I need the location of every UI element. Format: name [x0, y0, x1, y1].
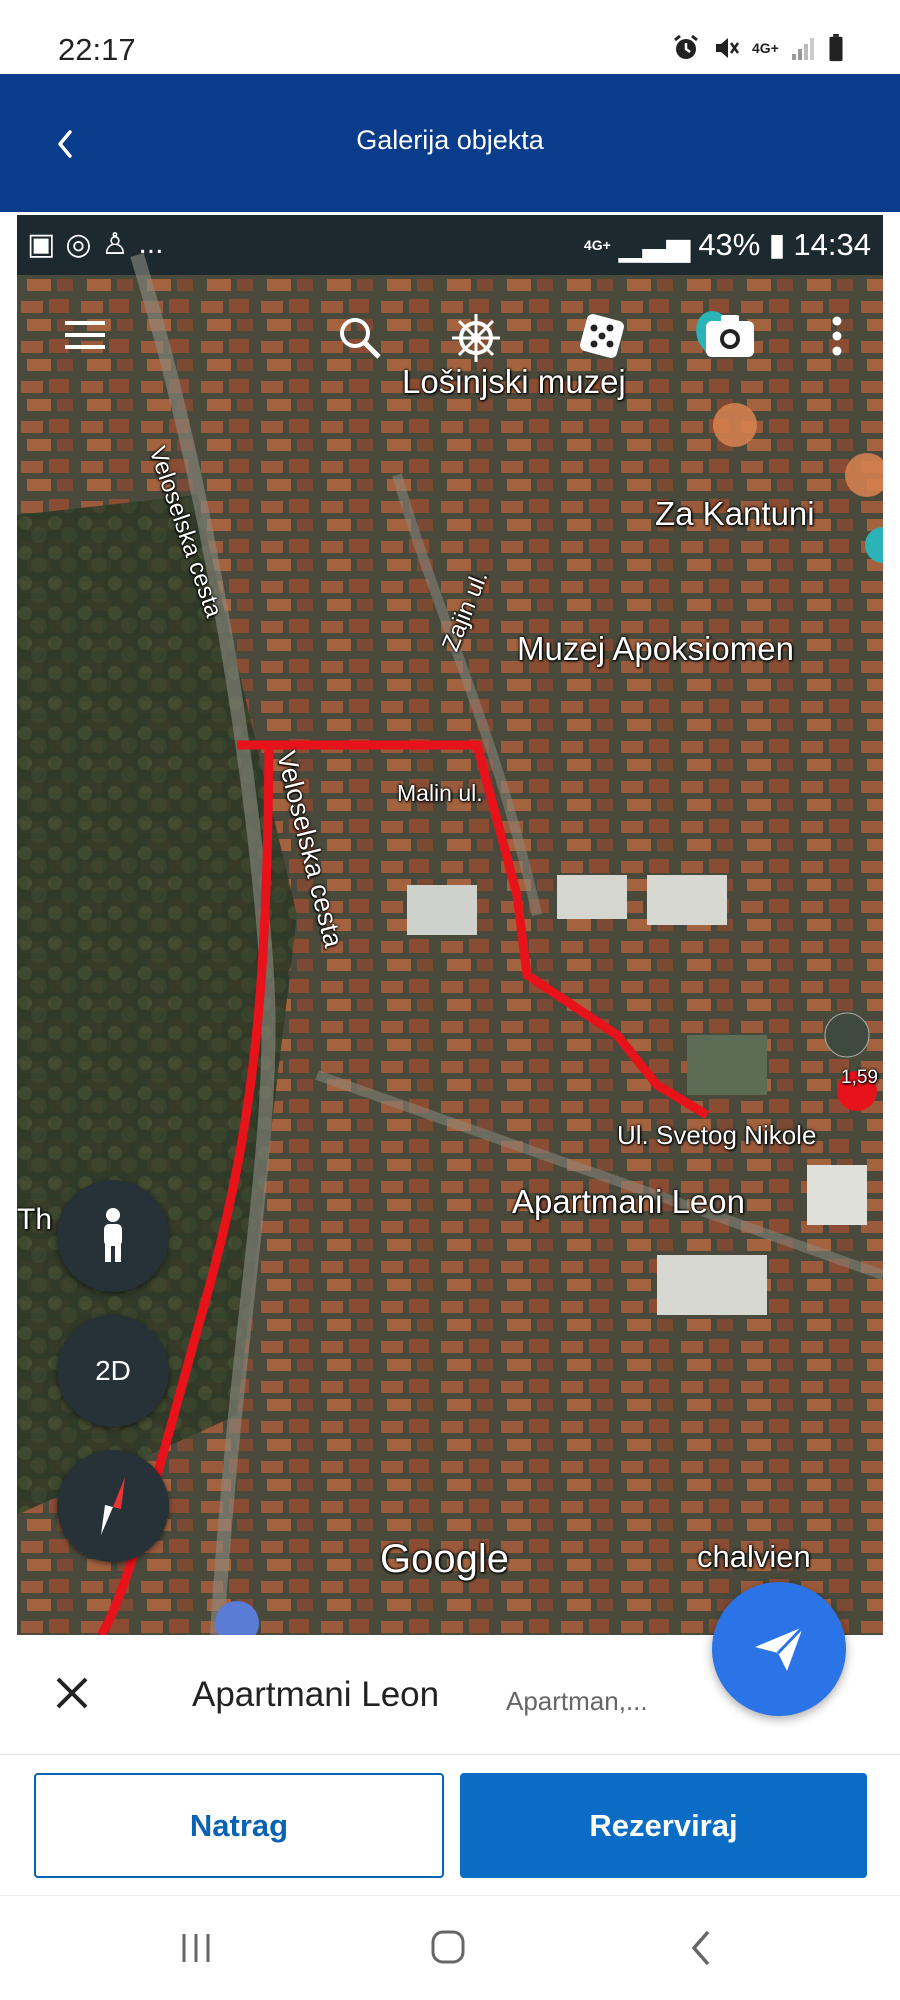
map-label-chalvien: chalvien — [697, 1539, 811, 1574]
map-label-losinjski-muzej: Lošinjski muzej — [402, 363, 626, 400]
more-vert-icon — [832, 316, 842, 356]
recent-apps-icon[interactable] — [178, 1926, 214, 1970]
status-time: 22:17 — [58, 32, 136, 67]
compass-icon — [101, 1477, 125, 1535]
map-label-apartmani-leon: Apartmani Leon — [512, 1183, 745, 1220]
menu-icon — [65, 321, 105, 349]
inner-status-bar: ▣ ◎ ♙ ... 4G+ ▁▃▅ 43% ▮ 14:34 — [17, 215, 883, 275]
network-type: 4G+ — [752, 40, 779, 56]
battery-icon: ▮ — [768, 227, 786, 262]
page-title: Galerija objekta — [356, 125, 544, 155]
home-icon[interactable] — [428, 1926, 468, 1970]
map-label-muzej-apoksiomen: Muzej Apoksiomen — [517, 630, 794, 667]
back-button[interactable]: Natrag — [34, 1773, 444, 1878]
close-icon[interactable] — [50, 1671, 94, 1715]
send-icon — [755, 1625, 805, 1671]
property-name: Apartmani Leon — [192, 1675, 440, 1714]
back-icon[interactable] — [684, 1926, 720, 1970]
inner-network: 4G+ — [583, 237, 611, 253]
toggle-2d-button: 2D — [57, 1315, 169, 1427]
street-view-button — [57, 1180, 169, 1292]
signal-icon: ▁▃▅ — [618, 227, 691, 262]
search-icon — [340, 318, 381, 359]
signal-icon — [792, 38, 814, 60]
person-icon: ♙ — [101, 228, 129, 261]
map-label-malin-ul: Malin ul. — [397, 780, 483, 806]
image-icon: ▣ — [27, 228, 56, 261]
book-button[interactable]: Rezerviraj — [460, 1773, 867, 1878]
battery-icon — [829, 34, 843, 62]
status-bar: 22:17 4G+ — [0, 0, 900, 74]
inner-time: 14:34 — [793, 227, 871, 262]
inner-battery-percent: 43% — [698, 227, 761, 262]
map-label-th: Th — [17, 1203, 53, 1236]
phone-icon: ◎ — [65, 228, 92, 261]
inner-status-more: ... — [138, 227, 164, 260]
compass-button — [57, 1450, 169, 1562]
map-badge: 1,59 — [841, 1067, 878, 1088]
person-icon — [104, 1208, 122, 1262]
satellite-map-image — [17, 215, 883, 1635]
map-label-ul-svetog-nikole: Ul. Svetog Nikole — [617, 1120, 817, 1150]
dice-icon — [580, 314, 624, 358]
camera-icon — [706, 315, 754, 357]
ship-wheel-icon — [452, 314, 500, 362]
property-type: Apartman,... — [506, 1686, 648, 1716]
mute-icon — [716, 38, 740, 58]
system-nav-bar — [0, 1895, 900, 2000]
gallery-image[interactable]: ▣ ◎ ♙ ... 4G+ ▁▃▅ 43% ▮ 14:34 Lošinjski … — [17, 215, 883, 1635]
send-button[interactable] — [712, 1582, 846, 1716]
app-header: Galerija objekta — [0, 74, 900, 212]
alarm-icon — [674, 34, 698, 59]
map-label-za-kantuni: Za Kantuni — [655, 495, 815, 532]
map-label-google: Google — [380, 1537, 509, 1581]
